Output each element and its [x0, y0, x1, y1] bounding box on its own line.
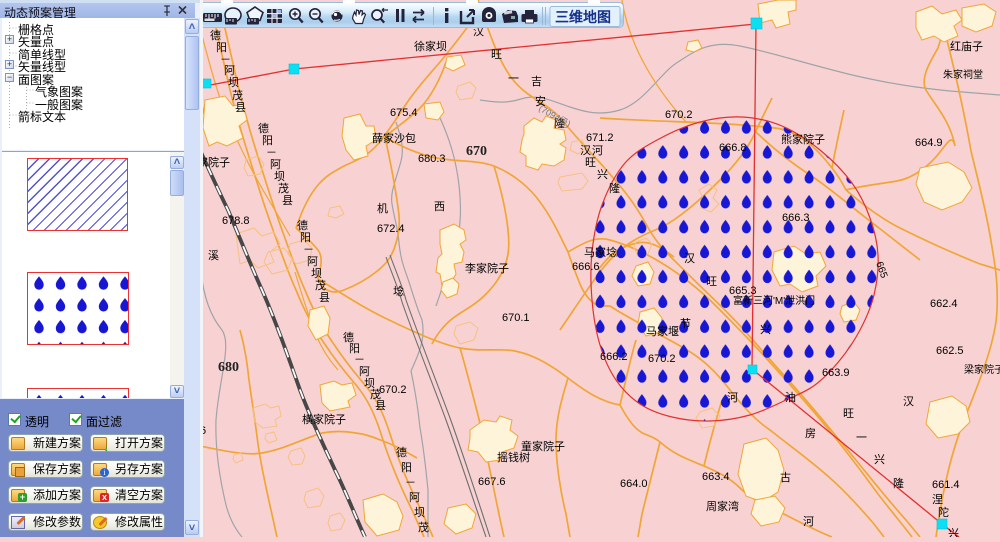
svg-text:县: 县 [375, 399, 386, 412]
svg-text:664.0: 664.0 [620, 478, 648, 490]
svg-text:坝: 坝 [311, 266, 322, 280]
svg-text:溪: 溪 [208, 249, 219, 262]
svg-text:阳: 阳 [216, 41, 227, 54]
svg-text:周家湾: 周家湾 [706, 499, 739, 513]
svg-text:房: 房 [805, 427, 816, 440]
svg-text:阿: 阿 [409, 491, 420, 504]
svg-text:河: 河 [803, 515, 814, 528]
svg-text:旺: 旺 [491, 49, 502, 61]
svg-text:－: － [354, 354, 365, 366]
svg-text:县: 县 [235, 101, 246, 114]
svg-text:德: 德 [297, 218, 308, 232]
svg-text:德: 德 [343, 330, 354, 344]
svg-text:古: 古 [780, 471, 791, 484]
svg-text:薛家沙包: 薛家沙包 [372, 131, 416, 145]
svg-text:662.4: 662.4 [930, 298, 958, 310]
svg-text:油: 油 [785, 390, 796, 404]
svg-text:661.4: 661.4 [932, 479, 960, 491]
svg-text:坝: 坝 [414, 505, 425, 519]
svg-text:678.8: 678.8 [222, 215, 250, 227]
svg-text:670.2: 670.2 [665, 109, 693, 121]
svg-text:朱家祠堂: 朱家祠堂 [943, 68, 983, 81]
svg-text:680: 680 [218, 360, 239, 375]
svg-text:三维地图: 三维地图 [555, 9, 611, 25]
svg-text:县: 县 [319, 291, 330, 304]
svg-text:兴: 兴 [760, 323, 771, 336]
svg-text:坝: 坝 [228, 75, 239, 89]
svg-text:666.8: 666.8 [719, 142, 747, 154]
svg-text:666.2: 666.2 [600, 351, 628, 363]
svg-text:横家院子: 横家院子 [302, 412, 346, 426]
svg-text:茂: 茂 [418, 520, 429, 534]
svg-text:茂: 茂 [278, 181, 289, 195]
svg-text:旺: 旺 [843, 408, 854, 420]
svg-text:童家院子: 童家院子 [521, 439, 565, 453]
svg-text:涅: 涅 [932, 492, 943, 506]
svg-text:670.1: 670.1 [502, 312, 530, 324]
svg-text:一: 一 [856, 432, 867, 444]
svg-text:隆: 隆 [609, 181, 620, 195]
svg-text:兴: 兴 [874, 453, 885, 466]
svg-text:阳: 阳 [262, 134, 273, 147]
svg-text:666.3: 666.3 [782, 212, 810, 224]
svg-text:汉: 汉 [903, 395, 914, 408]
svg-text:－: － [405, 477, 416, 489]
svg-text:陀: 陀 [938, 505, 949, 519]
svg-text:旺: 旺 [706, 276, 717, 288]
svg-text:茂: 茂 [370, 387, 381, 401]
svg-text:红庙子: 红庙子 [950, 39, 983, 53]
svg-text:河: 河 [727, 391, 738, 404]
svg-text:阿: 阿 [359, 365, 370, 378]
svg-text:664.9: 664.9 [915, 137, 943, 149]
svg-text:吉: 吉 [531, 75, 542, 88]
svg-text:埝: 埝 [393, 284, 404, 298]
svg-text:兴: 兴 [597, 168, 608, 181]
svg-text:坝: 坝 [274, 169, 285, 183]
svg-text:马家埝: 马家埝 [584, 245, 617, 259]
svg-text:坝: 坝 [364, 376, 375, 390]
svg-text:熊家院子: 熊家院子 [781, 132, 825, 146]
svg-text:666.6: 666.6 [572, 261, 600, 273]
svg-text:西: 西 [434, 201, 445, 213]
svg-text:梁家院子: 梁家院子 [964, 363, 1000, 376]
svg-text:675.4: 675.4 [390, 107, 418, 119]
svg-text:机: 机 [377, 201, 388, 215]
svg-text:兴: 兴 [948, 527, 959, 537]
svg-text:马家堰: 马家堰 [646, 324, 679, 338]
svg-text:富新三河'M'泄洪门: 富新三河'M'泄洪门 [733, 294, 815, 307]
svg-text:阿: 阿 [224, 64, 235, 77]
svg-text:672.4: 672.4 [377, 223, 405, 235]
svg-text:阿: 阿 [270, 158, 281, 171]
svg-text:徐家坝: 徐家坝 [414, 39, 447, 53]
svg-text:县: 县 [282, 194, 293, 207]
svg-text:李家院子: 李家院子 [465, 261, 509, 275]
svg-text:节: 节 [680, 317, 691, 330]
svg-text:一: 一 [508, 73, 519, 85]
svg-text:670.2: 670.2 [648, 353, 676, 365]
svg-text:阳: 阳 [300, 231, 311, 244]
svg-text:旺: 旺 [585, 157, 596, 169]
svg-text:670.2: 670.2 [379, 384, 407, 396]
svg-text:662.5: 662.5 [936, 345, 964, 357]
svg-text:茂: 茂 [315, 278, 326, 292]
svg-text:670: 670 [466, 144, 487, 159]
svg-text:－: － [266, 147, 277, 159]
svg-text:680.3: 680.3 [418, 153, 446, 165]
svg-text:663.4: 663.4 [702, 471, 730, 483]
svg-text:家院子: 家院子 [200, 155, 230, 169]
svg-text:663.9: 663.9 [822, 367, 850, 379]
svg-text:隆: 隆 [893, 476, 904, 490]
svg-text:667.6: 667.6 [478, 476, 506, 488]
svg-text:德: 德 [396, 445, 407, 459]
svg-text:阳: 阳 [401, 461, 412, 474]
svg-text:汉: 汉 [684, 252, 695, 265]
svg-text:阿: 阿 [307, 255, 318, 268]
svg-text:－: － [303, 244, 314, 256]
svg-text:德: 德 [258, 121, 269, 135]
svg-text:茂: 茂 [232, 88, 243, 102]
svg-text:河: 河 [592, 144, 603, 157]
svg-text:671.2: 671.2 [586, 132, 614, 144]
svg-text:汉: 汉 [580, 144, 591, 157]
svg-text:德: 德 [210, 28, 221, 42]
